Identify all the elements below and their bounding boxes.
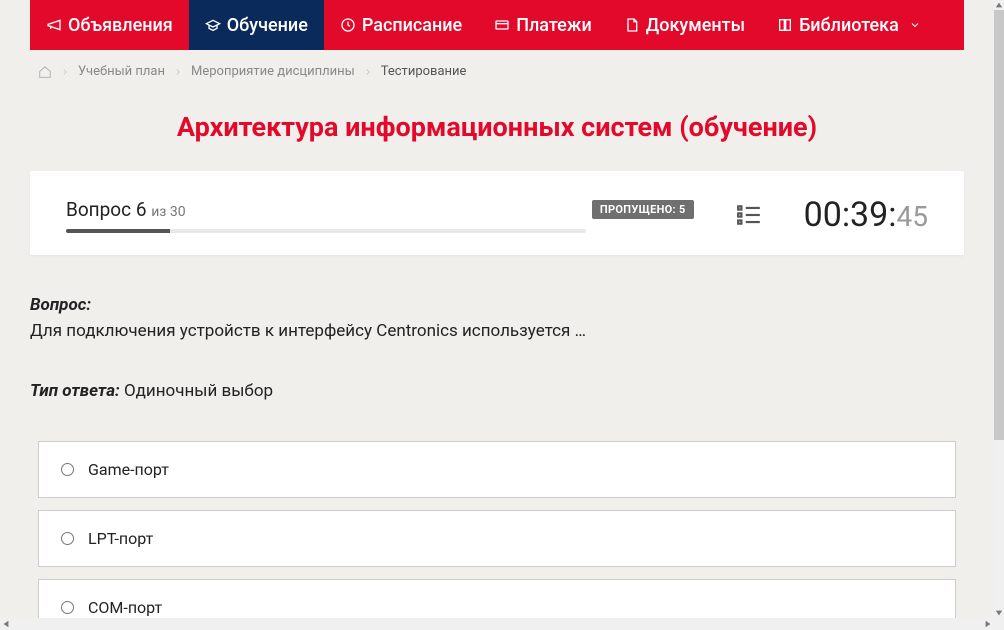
nav-label: Объявления <box>68 15 173 36</box>
answer-text: COM-порт <box>88 598 162 617</box>
progress-bar <box>66 229 586 233</box>
question-list-icon[interactable] <box>734 202 764 228</box>
scroll-down-arrow[interactable] <box>994 608 1004 618</box>
clock-icon <box>340 17 356 33</box>
answer-option[interactable]: Game-порт <box>38 441 956 498</box>
nav-label: Документы <box>646 15 745 36</box>
answer-list: Game-порт LPT-порт COM-порт <box>30 441 964 618</box>
nav-library[interactable]: Библиотека <box>761 0 937 50</box>
document-icon <box>624 17 640 33</box>
answer-radio[interactable] <box>61 463 74 476</box>
vertical-scrollbar[interactable] <box>994 0 1004 618</box>
chevron-right-icon <box>363 67 373 77</box>
nav-schedule[interactable]: Расписание <box>324 0 478 50</box>
status-bar: Вопрос 6 из 30 ПРОПУЩЕНО: 5 00:39:45 <box>30 171 964 255</box>
scroll-thumb[interactable] <box>994 10 1004 440</box>
question-heading: Вопрос: <box>30 295 964 315</box>
nav-learning[interactable]: Обучение <box>189 0 324 50</box>
breadcrumb-current: Тестирование <box>381 64 467 79</box>
nav-label: Обучение <box>227 15 308 36</box>
nav-announcements[interactable]: Объявления <box>30 0 189 50</box>
scroll-up-arrow[interactable] <box>994 0 1004 10</box>
chevron-down-icon <box>909 19 921 31</box>
timer: 00:39:45 <box>804 195 928 235</box>
breadcrumb-item[interactable]: Мероприятие дисциплины <box>191 64 355 79</box>
nav-label: Расписание <box>362 15 462 36</box>
answer-radio[interactable] <box>61 601 74 614</box>
nav-label: Библиотека <box>799 15 899 36</box>
answer-option[interactable]: LPT-порт <box>38 510 956 567</box>
breadcrumb: Учебный план Мероприятие дисциплины Тест… <box>30 50 964 93</box>
book-icon <box>777 17 793 33</box>
nav-documents[interactable]: Документы <box>608 0 761 50</box>
chevron-right-icon <box>173 67 183 77</box>
answer-text: LPT-порт <box>88 529 153 548</box>
nav-payments[interactable]: Платежи <box>478 0 608 50</box>
skipped-badge: ПРОПУЩЕНО: 5 <box>592 200 694 219</box>
question-block: Вопрос: Для подключения устройств к инте… <box>30 295 964 618</box>
scroll-right-arrow[interactable] <box>982 618 994 630</box>
breadcrumb-item[interactable]: Учебный план <box>78 64 165 79</box>
page-title: Архитектура информационных систем (обуче… <box>30 111 964 143</box>
answer-text: Game-порт <box>88 460 169 479</box>
main-navbar: Объявления Обучение Расписание Платежи Д… <box>30 0 964 50</box>
scroll-left-arrow[interactable] <box>0 618 12 630</box>
megaphone-icon <box>46 17 62 33</box>
answer-type-value: Одиночный выбор <box>120 381 273 401</box>
scrollbar-corner <box>994 618 1004 630</box>
question-text: Для подключения устройств к интерфейсу C… <box>30 321 964 341</box>
answer-radio[interactable] <box>61 532 74 545</box>
chevron-right-icon <box>60 67 70 77</box>
graduation-icon <box>205 17 221 33</box>
nav-label: Платежи <box>516 15 592 36</box>
progress-fill <box>66 229 170 233</box>
home-icon[interactable] <box>38 65 52 79</box>
horizontal-scrollbar[interactable] <box>0 618 994 630</box>
question-counter: Вопрос 6 из 30 <box>66 198 186 221</box>
card-icon <box>494 17 510 33</box>
answer-option[interactable]: COM-порт <box>38 579 956 618</box>
answer-type-label: Тип ответа: <box>30 381 120 401</box>
answer-type-row: Тип ответа: Одиночный выбор <box>30 381 964 401</box>
